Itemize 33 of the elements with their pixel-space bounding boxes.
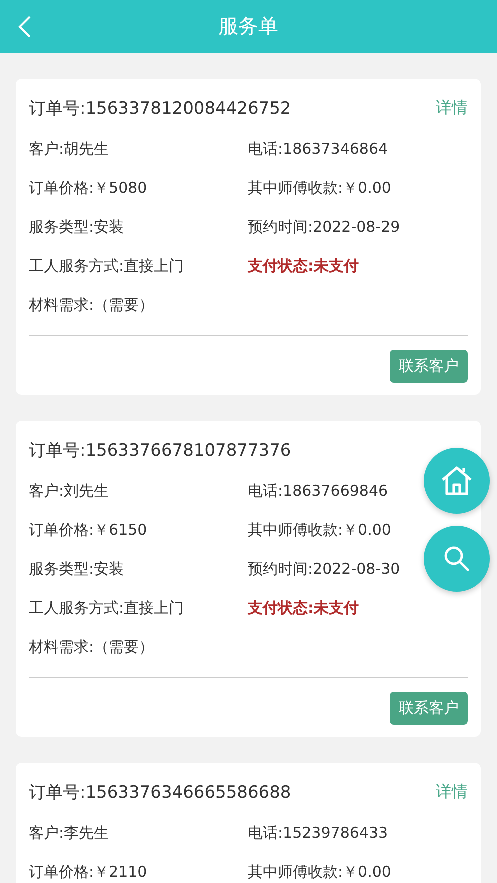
order-field: 服务类型:安装 — [29, 218, 248, 237]
order-field: 其中师傅收款:￥0.00 — [248, 521, 468, 540]
order-field: 材料需求:（需要） — [29, 296, 248, 315]
order-field: 预约时间:2022-08-30 — [248, 560, 468, 579]
order-field: 材料需求:（需要） — [29, 638, 248, 657]
search-icon — [443, 545, 471, 573]
payment-status: 支付状态:未支付 — [248, 257, 360, 276]
order-field: 客户:李先生 — [29, 824, 248, 843]
details-link[interactable]: 详情 — [436, 98, 468, 118]
order-field: 订单价格:￥2110 — [29, 863, 248, 882]
order-number: 订单号:1563378120084426752 — [29, 98, 292, 120]
order-field: 其中师傅收款:￥0.00 — [248, 863, 468, 882]
page-title: 服务单 — [218, 13, 278, 40]
payment-status: 支付状态:未支付 — [248, 599, 360, 618]
order-field: 电话:15239786433 — [248, 824, 468, 843]
back-icon — [18, 15, 32, 39]
home-icon — [440, 465, 474, 497]
order-field: 服务类型:安装 — [29, 560, 248, 579]
order-number: 订单号:1563376678107877376 — [29, 440, 292, 462]
order-field: 客户:刘先生 — [29, 482, 248, 501]
order-field: 订单价格:￥6150 — [29, 521, 248, 540]
order-field: 工人服务方式:直接上门 — [29, 257, 248, 276]
contact-customer-button[interactable]: 联系客户 — [390, 350, 468, 383]
order-field: 电话:18637346864 — [248, 140, 468, 159]
order-field: 电话:18637669846 — [248, 482, 468, 501]
order-field: 订单价格:￥5080 — [29, 179, 248, 198]
order-field: 工人服务方式:直接上门 — [29, 599, 248, 618]
contact-customer-button[interactable]: 联系客户 — [390, 692, 468, 725]
order-field: 客户:胡先生 — [29, 140, 248, 159]
order-field: 预约时间:2022-08-29 — [248, 218, 468, 237]
details-link[interactable]: 详情 — [436, 782, 468, 802]
order-field: 其中师傅收款:￥0.00 — [248, 179, 468, 198]
order-number: 订单号:1563376346665586688 — [29, 782, 292, 804]
